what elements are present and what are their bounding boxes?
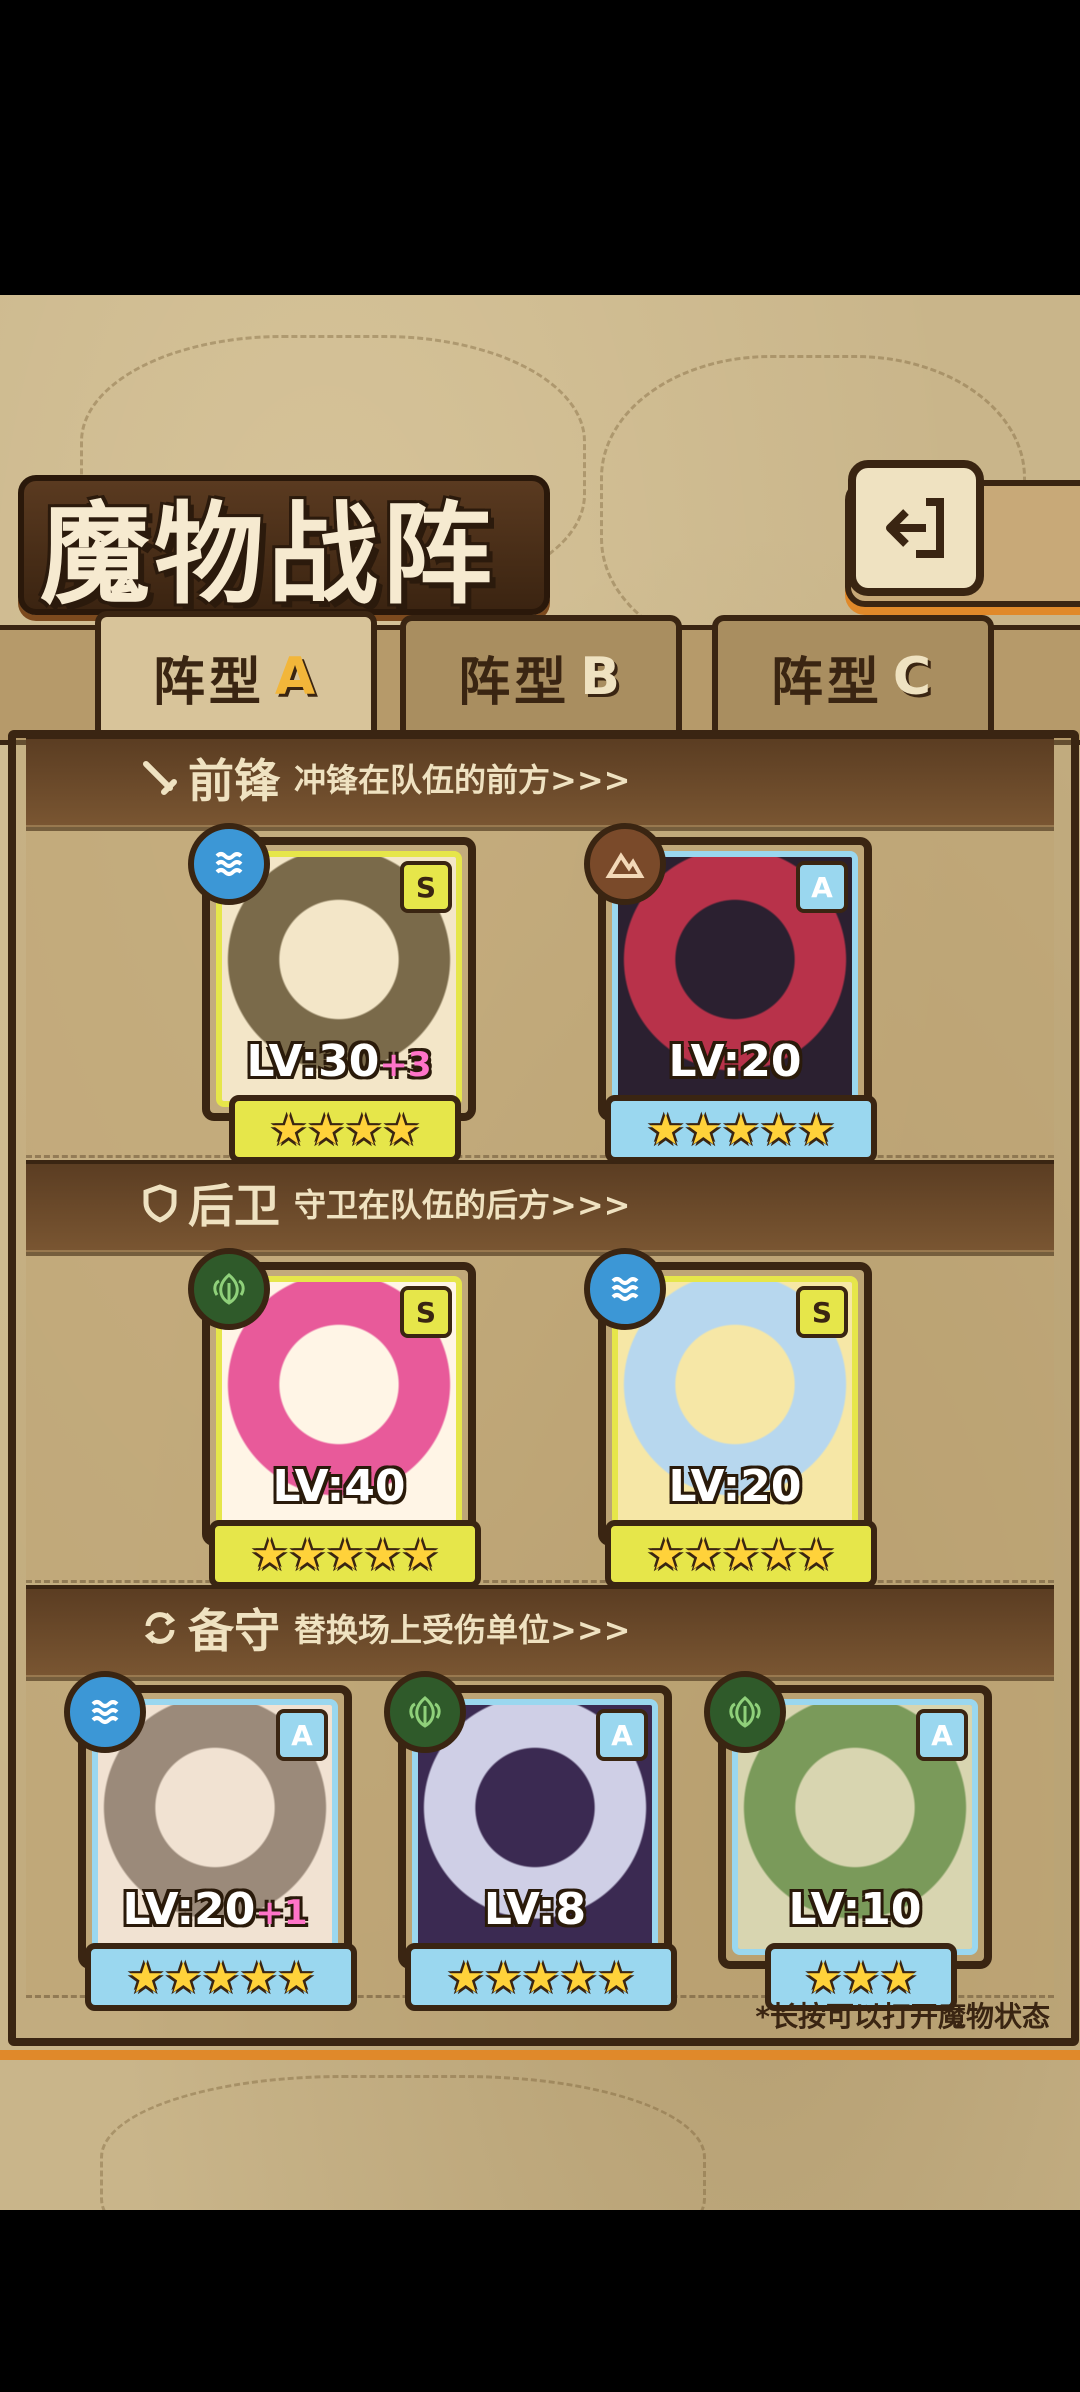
star-rating: ★★★★★	[85, 1943, 357, 2011]
earth-element-icon	[584, 823, 666, 905]
section-name: 备守	[188, 1604, 280, 1658]
return-arrow-icon	[886, 498, 944, 558]
rank-badge: S	[400, 1286, 452, 1338]
tab-letter: A	[274, 647, 320, 707]
star-rating: ★★★★★	[209, 1520, 481, 1588]
tab-letter: B	[580, 647, 624, 707]
star-rating: ★★★★★	[605, 1095, 877, 1163]
level-value: LV:20	[122, 1884, 256, 1935]
section-desc: 守卫在队伍的后方>>>	[294, 1186, 631, 1224]
section-name: 前锋	[188, 754, 280, 808]
level-label: LV:40	[222, 1461, 456, 1512]
level-label: LV:20+1	[98, 1884, 332, 1935]
level-value: LV:20	[668, 1036, 802, 1087]
level-label: LV:30+3	[222, 1036, 456, 1087]
tab-label: 阵型	[770, 652, 883, 713]
rank-badge: A	[916, 1709, 968, 1761]
rank-badge: A	[276, 1709, 328, 1761]
star-rating: ★★★★★	[605, 1520, 877, 1588]
level-label: LV:10	[738, 1884, 972, 1935]
level-label: LV:20	[618, 1461, 852, 1512]
leaf-element-icon	[188, 1248, 270, 1330]
map-decoration	[100, 2075, 706, 2210]
water-element-icon	[188, 823, 270, 905]
tab-label: 阵型	[458, 652, 571, 713]
level-value: LV:30	[246, 1036, 380, 1087]
level-value: LV:20	[668, 1461, 802, 1512]
star-rating: ★★★★★	[405, 1943, 677, 2011]
water-element-icon	[64, 1671, 146, 1753]
leaf-element-icon	[384, 1671, 466, 1753]
level-value: LV:40	[272, 1461, 406, 1512]
level-bonus: +3	[379, 1045, 432, 1085]
level-label: LV:8	[418, 1884, 652, 1935]
long-press-hint: *长按可以打开魔物状态	[755, 2000, 1050, 2033]
rank-badge: S	[400, 861, 452, 913]
page-title: 魔物战阵	[40, 491, 496, 619]
shield-icon	[140, 1183, 180, 1223]
rank-badge: S	[796, 1286, 848, 1338]
star-rating: ★★★★	[229, 1095, 461, 1163]
level-label: LV:20	[618, 1036, 852, 1087]
level-value: LV:8	[483, 1884, 587, 1935]
tab-formation-a[interactable]: 阵型 A	[95, 611, 377, 737]
front-row	[26, 825, 1054, 1158]
level-value: LV:10	[788, 1884, 922, 1935]
reserve-section-label: 备守 替换场上受伤单位>>>	[140, 1595, 630, 1661]
section-name: 后卫	[188, 1179, 280, 1233]
water-element-icon	[584, 1248, 666, 1330]
sword-icon	[140, 758, 180, 798]
rank-badge: A	[596, 1709, 648, 1761]
tab-letter: C	[892, 647, 936, 707]
formation-panel: 魔物战阵 阵型 A 阵型 B 阵型 C 前锋 冲锋在队伍的前方>>> 后卫 守卫…	[0, 295, 1080, 2210]
tab-formation-b[interactable]: 阵型 B	[400, 615, 682, 733]
back-button[interactable]	[848, 460, 984, 596]
section-desc: 冲锋在队伍的前方>>>	[294, 761, 631, 799]
front-section-label: 前锋 冲锋在队伍的前方>>>	[140, 745, 630, 811]
leaf-element-icon	[704, 1671, 786, 1753]
swap-icon	[140, 1608, 180, 1648]
rear-section-label: 后卫 守卫在队伍的后方>>>	[140, 1170, 630, 1236]
rear-row	[26, 1250, 1054, 1583]
section-desc: 替换场上受伤单位>>>	[294, 1611, 631, 1649]
panel-bottom-edge	[0, 2050, 1080, 2060]
level-bonus: +1	[255, 1893, 308, 1933]
tab-label: 阵型	[152, 652, 265, 713]
rank-badge: A	[796, 861, 848, 913]
tab-formation-c[interactable]: 阵型 C	[712, 615, 994, 733]
